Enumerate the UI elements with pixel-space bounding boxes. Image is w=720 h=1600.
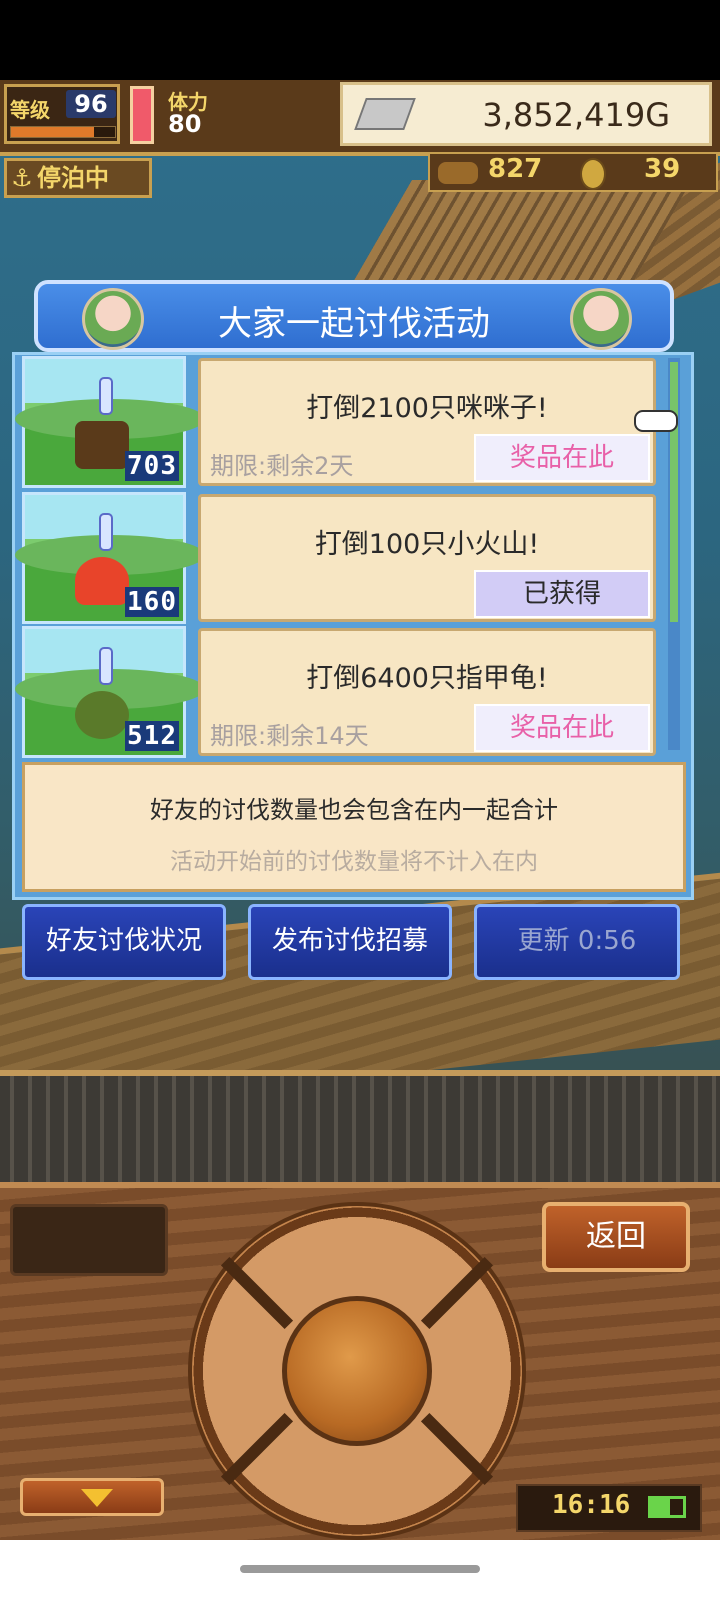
- mission-deadline: 期限:剩余2天: [210, 452, 354, 480]
- docked-label: 停泊中: [37, 164, 109, 192]
- mission-row: 160 打倒100只小火山! 已获得: [15, 492, 674, 624]
- prize-button[interactable]: 奖品在此: [474, 704, 650, 752]
- info-screen: [10, 1204, 168, 1276]
- stamina-value: 80: [168, 110, 202, 138]
- kill-count: 160: [125, 587, 179, 617]
- gold-amount: 3,852,419G: [482, 96, 670, 134]
- mission-title: 打倒100只小火山!: [314, 529, 540, 560]
- level-label: 等级: [10, 98, 50, 122]
- menu-toggle-button[interactable]: [20, 1478, 164, 1516]
- mission-row: 512 打倒6400只指甲龟! 期限:剩余14天 奖品在此: [15, 626, 674, 758]
- monster-tile: 160: [15, 492, 205, 624]
- battery-icon: [648, 1496, 686, 1518]
- monster-sprite: [75, 557, 129, 605]
- note-sub-text: 活动开始前的讨伐数量将不计入在内: [170, 849, 538, 875]
- monster-sprite: [75, 691, 129, 739]
- friend-status-button[interactable]: 好友讨伐状况: [22, 904, 226, 980]
- mission-title: 打倒2100只咪咪子!: [306, 393, 548, 424]
- coin-icon: [580, 158, 606, 190]
- game-clock: 16:16: [552, 1490, 631, 1520]
- level-value: 96: [66, 90, 116, 118]
- dpad-center-button[interactable]: [282, 1296, 432, 1446]
- coin-count: 39: [644, 154, 681, 184]
- event-title: 大家一起讨伐活动: [218, 304, 490, 344]
- exp-bar-fill: [11, 127, 95, 137]
- monster-tile: 512: [15, 626, 205, 758]
- wood-count: 827: [488, 154, 543, 184]
- monster-tile: 703: [15, 356, 205, 488]
- home-indicator[interactable]: [240, 1565, 480, 1573]
- exclamation-icon: [99, 647, 113, 685]
- back-button[interactable]: 返回: [542, 1202, 690, 1272]
- obtained-button[interactable]: 已获得: [474, 570, 650, 618]
- kill-count: 703: [125, 451, 179, 481]
- down-arrow-icon: [81, 1489, 113, 1507]
- mission-title: 打倒6400只指甲龟!: [306, 663, 548, 694]
- stamina-gauge: [130, 86, 154, 144]
- hand-pointer-icon: [634, 410, 678, 432]
- prize-button[interactable]: 奖品在此: [474, 434, 650, 482]
- monster-sprite: [75, 421, 129, 469]
- mission-deadline: 期限:剩余14天: [210, 722, 369, 750]
- exclamation-icon: [99, 377, 113, 415]
- recruit-button[interactable]: 发布讨伐招募: [248, 904, 452, 980]
- mission-row: 703 打倒2100只咪咪子! 期限:剩余2天 奖品在此: [15, 356, 674, 488]
- exp-bar: [10, 126, 116, 138]
- docked-status-badge: ⚓ 停泊中: [4, 158, 152, 198]
- kill-count: 512: [125, 721, 179, 751]
- exclamation-icon: [99, 513, 113, 551]
- anchor-icon: ⚓: [11, 164, 33, 192]
- refresh-button[interactable]: 更新 0:56: [474, 904, 680, 980]
- scrollbar-thumb[interactable]: [670, 362, 678, 622]
- note-main-text: 好友的讨伐数量也会包含在内一起合计: [150, 796, 558, 824]
- wood-log-icon: [436, 160, 480, 186]
- battery-fill: [651, 1499, 671, 1515]
